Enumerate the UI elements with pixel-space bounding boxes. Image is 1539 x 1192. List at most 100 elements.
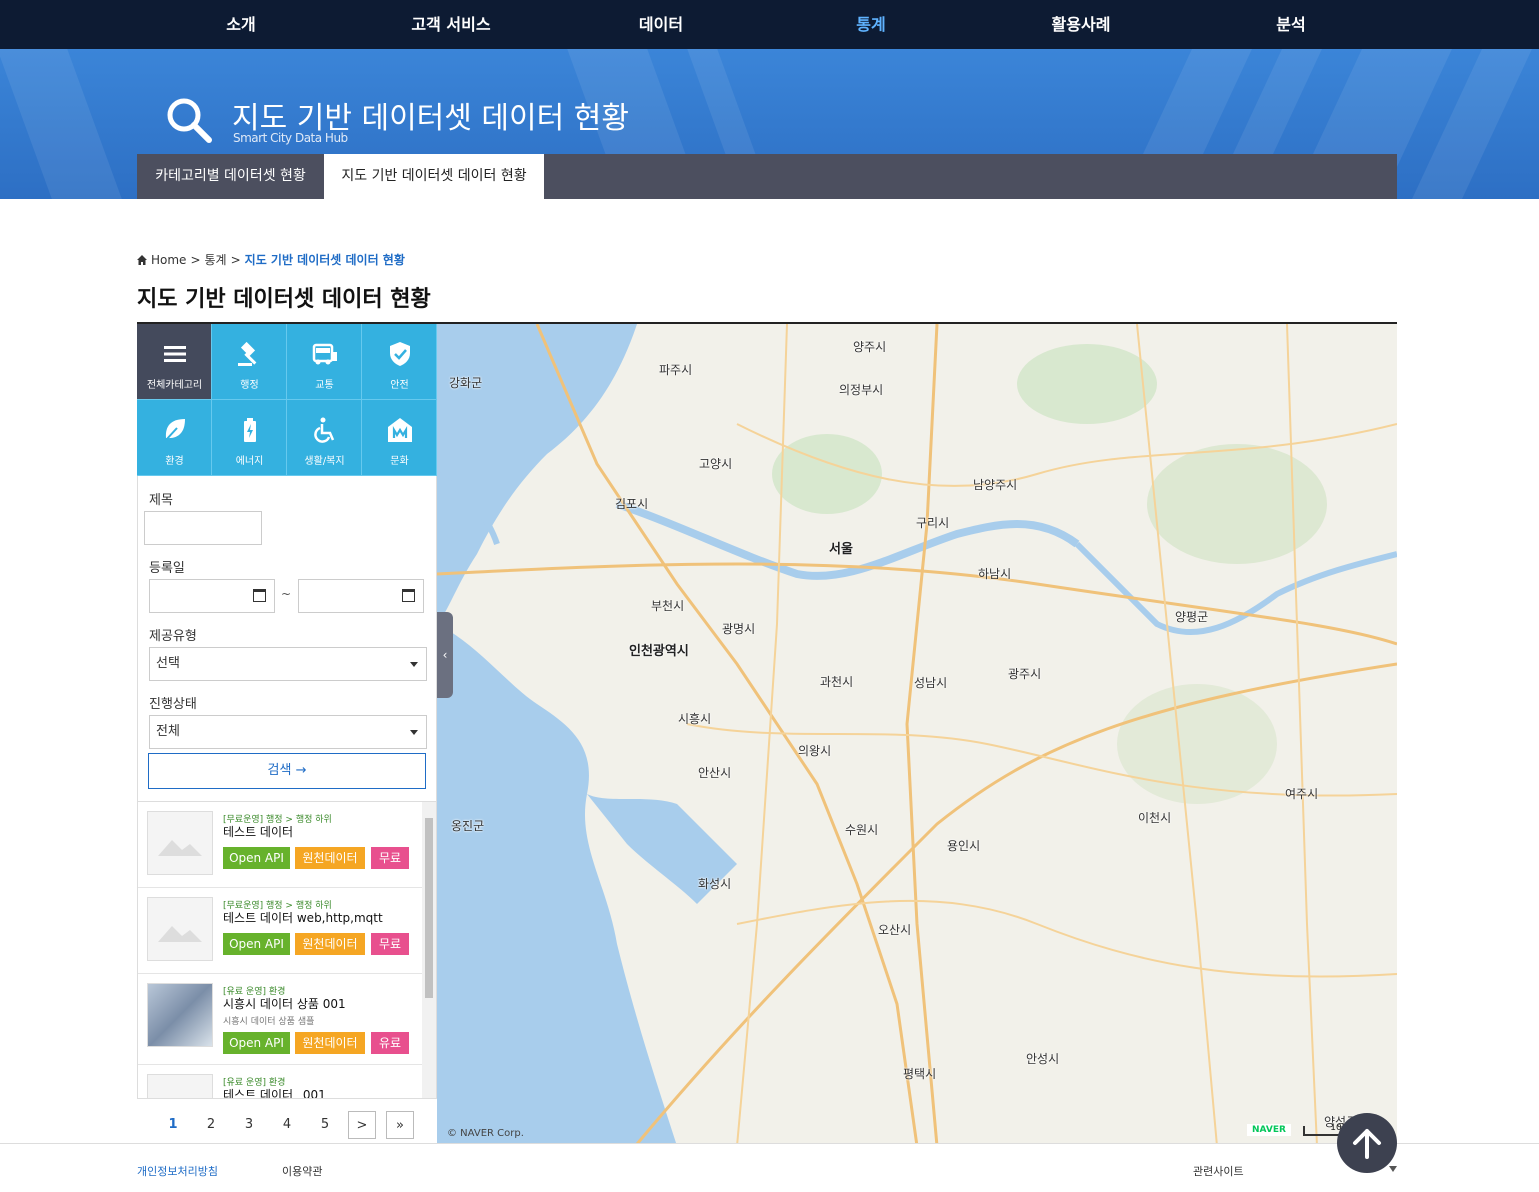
nav-item-use-cases[interactable]: 활용사례 [976, 0, 1186, 49]
chevron-down-icon [410, 662, 418, 667]
status-select-value: 전체 [156, 724, 180, 739]
nav-item-intro[interactable]: 소개 [136, 0, 346, 49]
map-label: 양주시 [853, 340, 887, 354]
type-select[interactable]: 선택 [149, 647, 427, 681]
category-label: 행정 [240, 380, 259, 391]
breadcrumb-home[interactable]: Home [151, 253, 186, 267]
filter-panel: 전체카테고리 행정 교통 안전 환경 에너지 생활/복지 문화 제목 등록일 ~… [137, 322, 437, 1144]
category-label: 문화 [390, 456, 409, 467]
title-label: 제목 [149, 493, 173, 508]
item-description: 시흥시 데이터 상품 샘플 [223, 1017, 315, 1027]
badge-source-data: 원천데이터 [295, 847, 365, 869]
map-label: 안산시 [698, 766, 732, 780]
category-welfare[interactable]: 생활/복지 [287, 400, 362, 476]
start-date-input[interactable] [149, 579, 275, 613]
map-label: 서울 [829, 542, 853, 557]
dataset-thumbnail-image [147, 983, 213, 1047]
map-label: 인천광역시 [629, 644, 689, 659]
tab-map-dataset[interactable]: 지도 기반 데이터셋 데이터 현황 [324, 154, 544, 199]
category-label: 에너지 [235, 456, 264, 467]
page-1[interactable]: 1 [159, 1111, 187, 1139]
title-input[interactable] [144, 511, 262, 545]
category-traffic[interactable]: 교통 [287, 324, 362, 400]
item-title[interactable]: 테스트 데이터 [223, 823, 293, 840]
category-energy[interactable]: 에너지 [212, 400, 287, 476]
page-5[interactable]: 5 [311, 1111, 339, 1139]
map-canvas [437, 324, 1397, 1144]
badge-open-api: Open API [223, 933, 290, 955]
leaf-icon [165, 419, 185, 441]
wheelchair-icon [314, 417, 335, 443]
badge-paid: 유료 [371, 1032, 409, 1054]
badge-open-api: Open API [223, 847, 290, 869]
list-item[interactable]: [유료 운영] 환경 테스트 데이터 _001 [138, 1065, 422, 1098]
search-button[interactable]: 검색 → [148, 753, 426, 789]
home-icon [137, 254, 147, 265]
item-title[interactable]: 테스트 데이터 _001 [223, 1086, 326, 1098]
category-safety[interactable]: 안전 [362, 324, 437, 400]
scroll-to-top-button[interactable] [1337, 1113, 1397, 1173]
nav-item-data[interactable]: 데이터 [556, 0, 766, 49]
map-label: 과천시 [820, 675, 854, 689]
date-label: 등록일 [149, 561, 185, 576]
naver-logo: NAVER [1247, 1124, 1291, 1136]
map-label: 고양시 [699, 457, 733, 471]
placeholder-image-icon [147, 811, 213, 875]
item-title[interactable]: 테스트 데이터 web,http,mqtt [223, 909, 383, 926]
list-item[interactable]: [유료 운영] 환경 시흥시 데이터 상품 001 시흥시 데이터 상품 샘플 … [138, 974, 422, 1065]
map-label: 화성시 [698, 877, 732, 891]
map-label: 하남시 [978, 567, 1012, 581]
tab-category-dataset[interactable]: 카테고리별 데이터셋 현황 [137, 154, 324, 199]
map-label: 의정부시 [839, 383, 884, 397]
calendar-icon [253, 589, 266, 602]
privacy-policy-link[interactable]: 개인정보처리방침 [137, 1163, 218, 1179]
page-title: 지도 기반 데이터셋 데이터 현황 [137, 287, 431, 312]
nav-item-statistics[interactable]: 통계 [766, 0, 976, 49]
map-label: 여주시 [1285, 787, 1319, 801]
status-label: 진행상태 [149, 697, 197, 712]
nav-item-analysis[interactable]: 분석 [1186, 0, 1396, 49]
category-label: 환경 [165, 456, 184, 467]
list-item[interactable]: [무료운영] 행정 > 행정 하위 테스트 데이터 web,http,mqtt … [138, 888, 422, 974]
map-label: 구리시 [916, 516, 950, 530]
footer: 개인정보처리방침 이용약관 관련사이트 [0, 1143, 1539, 1192]
category-environment[interactable]: 환경 [137, 400, 212, 476]
scrollbar-thumb[interactable] [425, 818, 433, 998]
map-label: 성남시 [914, 676, 948, 690]
breadcrumb-parent[interactable]: 통계 [205, 251, 227, 268]
map-label: 옹진군 [451, 819, 485, 833]
map-copyright: © NAVER Corp. [447, 1128, 524, 1139]
status-select[interactable]: 전체 [149, 715, 427, 749]
category-label: 안전 [390, 380, 409, 391]
list-scrollbar[interactable] [422, 802, 436, 1098]
category-administration[interactable]: 행정 [212, 324, 287, 400]
page-2[interactable]: 2 [197, 1111, 225, 1139]
map-view[interactable]: ‹ 양주시 파주시 강화군 의정부시 고양시 김포시 서울 구리시 남양주시 하… [437, 322, 1397, 1144]
map-label: 오산시 [878, 923, 912, 937]
badge-free: 무료 [371, 933, 409, 955]
item-title[interactable]: 시흥시 데이터 상품 001 [223, 995, 346, 1012]
badge-open-api: Open API [223, 1032, 290, 1054]
list-item[interactable]: [무료운영] 행정 > 행정 하위 테스트 데이터 Open API 원천데이터… [138, 802, 422, 888]
category-all[interactable]: 전체카테고리 [137, 324, 212, 400]
last-page-button[interactable]: » [386, 1111, 414, 1139]
category-culture[interactable]: 문화 [362, 400, 437, 476]
panel-collapse-toggle[interactable]: ‹ [437, 612, 453, 698]
type-select-value: 선택 [156, 656, 180, 671]
page-4[interactable]: 4 [273, 1111, 301, 1139]
chevron-down-icon [410, 730, 418, 735]
page-3[interactable]: 3 [235, 1111, 263, 1139]
map-label: 양평군 [1175, 610, 1209, 624]
related-sites-select[interactable]: 관련사이트 [1193, 1163, 1244, 1179]
nav-item-customer-service[interactable]: 고객 서비스 [346, 0, 556, 49]
map-label: 광주시 [1008, 667, 1042, 681]
end-date-input[interactable] [298, 579, 424, 613]
hero-subtitle: Smart City Data Hub [233, 131, 348, 145]
map-label: 수원시 [845, 823, 879, 837]
breadcrumb-separator: > [230, 252, 241, 267]
map-label: 시흥시 [678, 712, 712, 726]
terms-link[interactable]: 이용약관 [282, 1163, 322, 1179]
search-icon [167, 98, 212, 143]
next-page-button[interactable]: > [348, 1111, 376, 1139]
category-label: 생활/복지 [304, 456, 345, 467]
